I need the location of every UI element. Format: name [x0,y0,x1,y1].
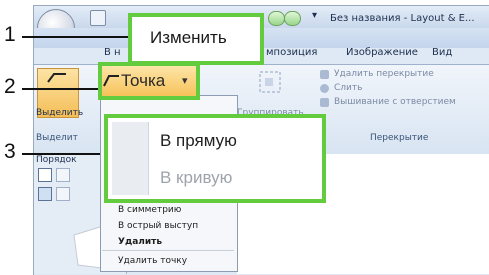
submenu-item-curve[interactable]: В кривую [160,168,232,188]
tab-image[interactable]: Изображение [346,47,418,58]
select-icon [47,73,66,83]
group-icon [259,71,281,93]
menu-item-symmetric[interactable]: В симметрию [118,205,181,215]
chevron-down-icon: ▾ [182,74,188,87]
save-icon[interactable] [90,10,106,26]
quick-access-dropdown-icon[interactable]: ▾ [312,10,317,21]
merge-icon [320,84,329,93]
tab-composition[interactable]: мпозиция [266,47,317,58]
callout-1-line [22,36,130,38]
order-panel-title: Порядок [36,155,77,165]
menu-item-sharp-peak[interactable]: В острый выступ [118,221,198,231]
callout-3: 3 [4,140,16,163]
embroidery-with-hole-button[interactable]: Вышивание с отверстием [334,97,456,107]
panel-tool-icon[interactable] [38,187,52,201]
window-title: Без названия - Layout & E... [330,13,475,24]
menu-item-delete-point[interactable]: Удалить точку [118,256,187,266]
callout-2: 2 [4,75,16,98]
tab-home[interactable]: В н [104,47,121,58]
select-label: Выделить [36,108,84,118]
select-group-label: Выделит [36,133,78,143]
tab-edit-label: Изменить [150,28,227,47]
overlap-group-label: Перекрытие [370,133,429,143]
menu-divider [102,250,234,251]
point-icon [103,75,119,87]
panel-tool-icon[interactable] [38,168,52,182]
undo-icon[interactable] [268,11,285,26]
callout-3-line [22,153,106,155]
callout-1: 1 [4,23,16,46]
point-button-label: Точка [121,71,166,90]
callout-2-line [22,88,100,90]
menu-section-delete: Удалить [118,237,163,247]
remove-overlap-icon [320,70,329,79]
panel-tool-icon[interactable] [56,187,70,201]
redo-icon[interactable] [284,11,301,26]
embroidery-hole-icon [320,98,329,107]
submenu-item-straight[interactable]: В прямую [160,131,237,151]
panel-tool-icon[interactable] [56,168,70,182]
remove-overlap-button[interactable]: Удалить перекрытие [334,69,434,79]
merge-button[interactable]: Слить [334,83,362,93]
tab-view[interactable]: Вид [432,47,452,58]
submenu-icon-gutter [112,122,149,195]
